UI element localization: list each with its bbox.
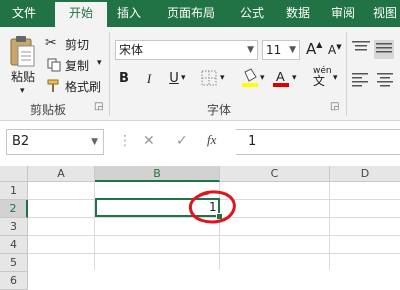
format-painter-label: 格式刷 <box>65 80 102 94</box>
align-top-button[interactable] <box>352 40 370 59</box>
tab-view[interactable]: 视图 <box>365 0 400 27</box>
group-separator <box>109 32 110 116</box>
name-box-value: B2 <box>12 134 30 149</box>
borders-icon <box>201 70 217 86</box>
copy-label: 复制 <box>65 59 90 73</box>
cut-button[interactable]: ✂ 剪切 <box>45 35 115 52</box>
phonetic-button[interactable]: wén 文 <box>313 66 332 88</box>
row-header-5[interactable]: 5 <box>0 254 28 272</box>
group-separator <box>346 32 347 116</box>
row-header-3[interactable]: 3 <box>0 218 28 236</box>
font-size-select[interactable]: 11 ▼ <box>262 40 300 60</box>
name-box[interactable]: B2 ▼ <box>6 129 104 155</box>
cut-icon: ✂ <box>45 35 57 51</box>
phonetic-dropdown-icon[interactable]: ▾ <box>333 73 338 83</box>
gridline <box>28 253 400 254</box>
formula-bar-resize-icon[interactable]: ⋮ <box>118 133 132 149</box>
svg-text:A: A <box>276 69 285 84</box>
column-header-a[interactable]: A <box>28 166 95 182</box>
tab-file[interactable]: 文件 <box>0 0 48 27</box>
format-painter-icon <box>47 79 59 92</box>
copy-button[interactable]: 复制 ▾ <box>45 57 115 73</box>
font-color-icon: A <box>273 69 289 87</box>
copy-dropdown-icon[interactable]: ▾ <box>97 58 102 68</box>
column-header-b[interactable]: B <box>95 166 220 182</box>
row-header-2[interactable]: 2 <box>0 200 28 218</box>
shrink-font-icon: A <box>328 43 337 57</box>
shrink-font-button[interactable]: A▼ <box>328 43 342 57</box>
align-left-icon <box>352 73 368 87</box>
fill-color-button[interactable] <box>241 68 259 91</box>
tab-home[interactable]: 开始 <box>55 2 107 27</box>
formula-input[interactable]: 1 <box>236 129 400 155</box>
format-painter-button[interactable]: 格式刷 <box>45 78 115 94</box>
align-middle-button[interactable] <box>374 40 394 59</box>
font-name-select[interactable]: 宋体 ▼ <box>115 40 258 60</box>
ribbon-tab-bar: 文件 开始 插入 页面布局 公式 数据 审阅 视图 <box>0 0 400 27</box>
grow-font-button[interactable]: A▲ <box>306 40 322 58</box>
align-center-icon <box>377 73 393 87</box>
insert-function-button[interactable]: fx <box>207 132 216 148</box>
font-name-value: 宋体 <box>119 43 144 57</box>
tab-page-layout[interactable]: 页面布局 <box>151 0 231 27</box>
align-middle-icon <box>376 43 392 53</box>
chevron-down-icon: ▼ <box>247 45 254 55</box>
font-color-dropdown-icon[interactable]: ▾ <box>292 73 297 83</box>
select-all-corner[interactable] <box>0 166 28 182</box>
row-header-6[interactable]: 6 <box>0 272 28 290</box>
align-top-icon <box>352 41 370 51</box>
bold-button[interactable]: B <box>116 70 132 88</box>
font-color-button[interactable]: A <box>272 68 290 91</box>
fill-color-icon <box>242 68 258 87</box>
gridline <box>329 182 330 270</box>
italic-button[interactable]: I <box>141 70 157 88</box>
borders-dropdown-icon[interactable]: ▾ <box>220 73 225 83</box>
cancel-entry-icon[interactable]: ✕ <box>143 133 155 149</box>
gridline <box>28 235 400 236</box>
gridline <box>94 182 95 270</box>
borders-button[interactable] <box>201 70 217 89</box>
align-left-button[interactable] <box>352 71 370 90</box>
row-header-4[interactable]: 4 <box>0 236 28 254</box>
paste-dropdown-icon[interactable]: ▾ <box>20 86 25 96</box>
grow-font-icon: A <box>306 40 317 58</box>
column-header-d[interactable]: D <box>330 166 400 182</box>
tab-formulas[interactable]: 公式 <box>231 0 273 27</box>
font-dialog-launcher-icon[interactable]: ◲ <box>330 101 339 112</box>
tab-data[interactable]: 数据 <box>277 0 319 27</box>
cut-label: 剪切 <box>65 38 90 52</box>
clipboard-dialog-launcher-icon[interactable]: ◲ <box>94 101 103 112</box>
row-header-1[interactable]: 1 <box>0 182 28 200</box>
tab-insert[interactable]: 插入 <box>107 0 151 27</box>
annotation-circle <box>188 190 236 224</box>
confirm-entry-icon[interactable]: ✓ <box>176 133 188 149</box>
font-group-label: 字体 <box>207 103 232 117</box>
copy-icon <box>47 58 61 72</box>
fill-color-dropdown-icon[interactable]: ▾ <box>260 73 265 83</box>
underline-dropdown-icon[interactable]: ▾ <box>181 73 186 83</box>
column-header-c[interactable]: C <box>220 166 330 182</box>
font-size-value: 11 <box>266 43 282 57</box>
tab-review[interactable]: 审阅 <box>325 0 361 27</box>
chevron-down-icon: ▼ <box>91 137 98 147</box>
clipboard-group-label: 剪贴板 <box>30 103 67 117</box>
paste-button[interactable]: 粘贴 <box>11 68 35 85</box>
paste-icon[interactable] <box>8 34 40 68</box>
align-center-button[interactable] <box>375 71 395 90</box>
underline-button[interactable]: U <box>166 70 182 88</box>
chevron-down-icon: ▼ <box>289 45 296 55</box>
